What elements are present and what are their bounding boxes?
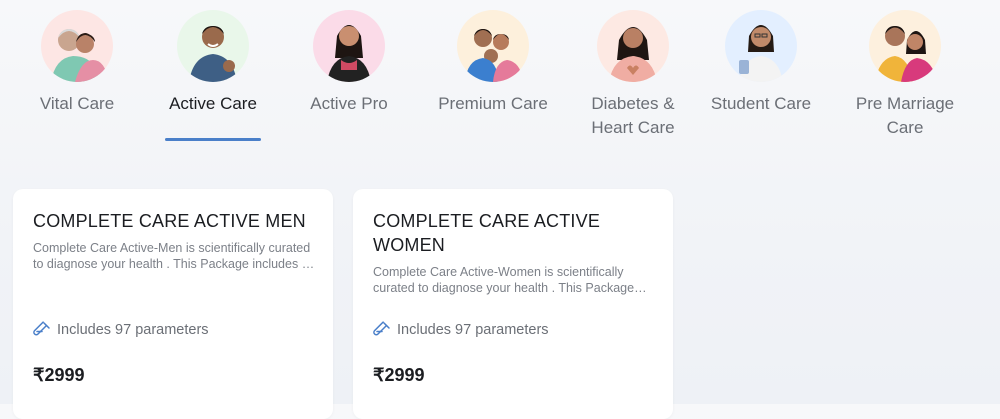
tab-label: Active Pro — [310, 94, 388, 113]
parameters-text: Includes 97 parameters — [57, 322, 209, 338]
tab-diabetes-heart-care[interactable]: Diabetes & Heart Care — [583, 0, 683, 140]
tab-vital-care[interactable]: Vital Care — [37, 0, 117, 116]
tab-label: Vital Care — [39, 94, 115, 113]
package-parameters: Includes 97 parameters — [373, 321, 549, 339]
tab-label-line: Care — [886, 118, 924, 137]
tab-label: Pre Marriage Care — [856, 92, 954, 140]
package-title: COMPLETE CARE ACTIVE WOMEN — [373, 211, 601, 255]
vital-care-avatar — [41, 10, 113, 82]
package-title: COMPLETE CARE ACTIVE MEN — [33, 211, 306, 231]
active-tab-indicator — [165, 138, 261, 141]
test-tube-icon — [373, 321, 390, 336]
tab-label: Student Care — [710, 94, 812, 113]
premium-care-avatar — [457, 10, 529, 82]
tab-student-care[interactable]: Student Care — [706, 0, 816, 116]
tab-label: Active Care — [169, 94, 257, 113]
package-price: ₹2999 — [33, 365, 85, 385]
tab-label: Premium Care — [438, 94, 548, 113]
package-card[interactable]: COMPLETE CARE ACTIVE WOMEN Complete Care… — [353, 189, 673, 419]
package-description: Complete Care Active-Men is scientifical… — [33, 241, 316, 271]
tab-label: Diabetes & Heart Care — [591, 92, 674, 140]
package-card[interactable]: COMPLETE CARE ACTIVE MEN Complete Care A… — [13, 189, 333, 419]
package-description: Complete Care Active-Women is scientific… — [373, 265, 635, 295]
tab-active-care[interactable]: Active Care — [163, 0, 263, 116]
parameters-text: Includes 97 parameters — [397, 322, 549, 338]
tab-pre-marriage-care[interactable]: Pre Marriage Care — [850, 0, 960, 140]
tab-active-pro[interactable]: Active Pro — [304, 0, 394, 116]
student-care-avatar — [725, 10, 797, 82]
tab-label-line: Diabetes & — [591, 94, 675, 113]
tab-label-line: Heart Care — [591, 118, 675, 137]
active-care-avatar — [177, 10, 249, 82]
tab-premium-care[interactable]: Premium Care — [432, 0, 554, 116]
package-parameters: Includes 97 parameters — [33, 321, 209, 339]
care-category-tabs: Vital Care Active Care Active Pro Premiu… — [0, 0, 1000, 150]
diabetes-heart-care-avatar — [597, 10, 669, 82]
tab-label-line: Pre Marriage — [855, 94, 955, 113]
pre-marriage-care-avatar — [869, 10, 941, 82]
test-tube-icon — [33, 321, 50, 336]
active-pro-avatar — [313, 10, 385, 82]
package-price: ₹2999 — [373, 365, 425, 385]
